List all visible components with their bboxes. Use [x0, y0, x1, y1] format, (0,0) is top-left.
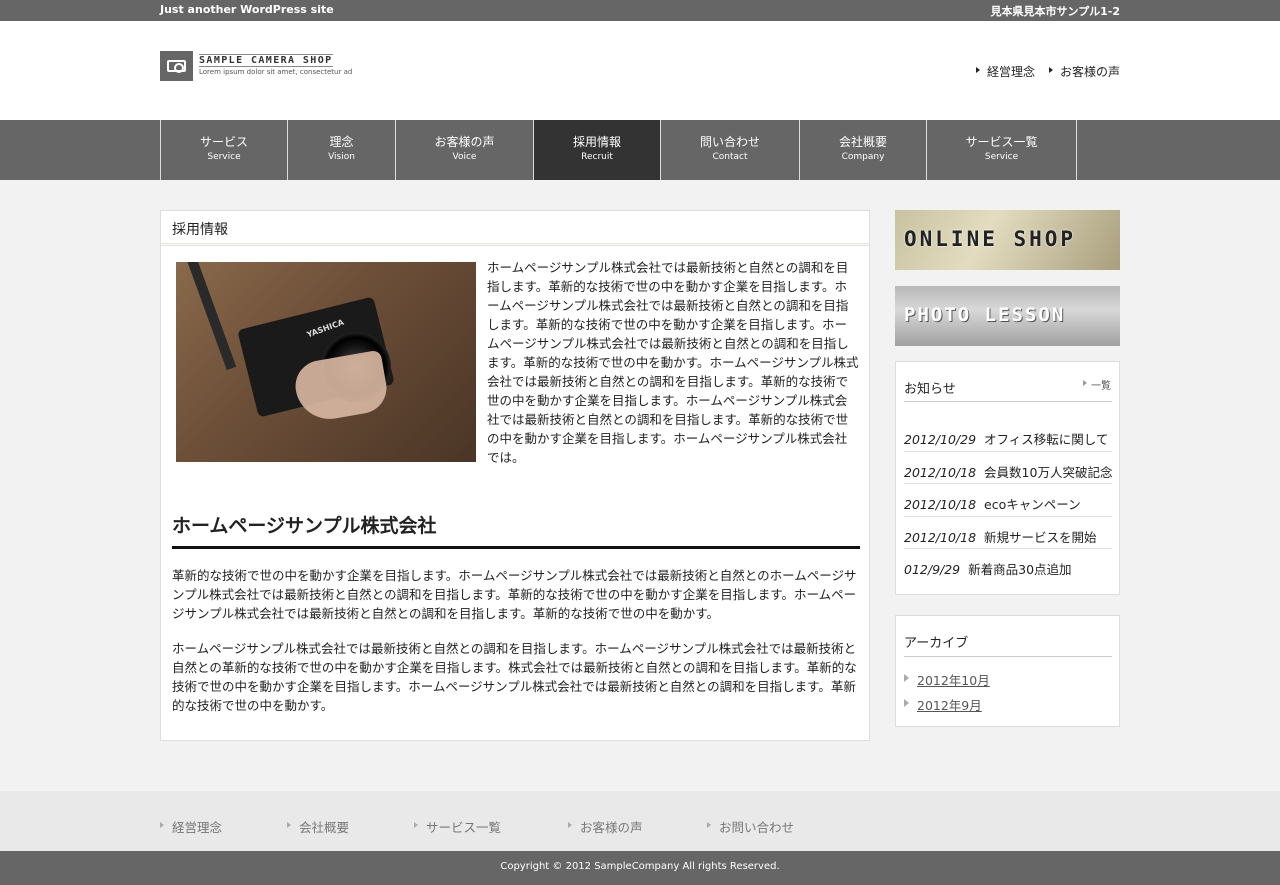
nav-label-en: Contact [712, 152, 748, 162]
nav-label-jp: サービス [199, 135, 248, 149]
nav-label-en: Recruit [581, 152, 613, 162]
banner-label: ONLINE SHOP [904, 227, 1077, 251]
nav-label-jp: 理念 [329, 135, 354, 149]
archive-title: アーカイブ [904, 636, 969, 651]
copyright-bar: Copyright © 2012 SampleCompany All right… [0, 851, 1280, 885]
nav-label-en: Service [207, 152, 241, 162]
site-logo[interactable]: SAMPLE CAMERA SHOP Lorem ipsum dolor sit… [160, 51, 360, 81]
nav-label-en: Vision [328, 152, 355, 162]
intro-text: ホームページサンプル株式会社では最新技術と自然との調和を目指します。革新的な技術… [487, 260, 859, 465]
header-link-philosophy[interactable]: 経営理念 [975, 63, 1035, 80]
nav-label-jp: 会社概要 [838, 135, 887, 149]
copyright-text: Copyright © 2012 SampleCompany All right… [500, 861, 780, 872]
news-date: 2012/10/18 [904, 464, 977, 480]
news-item[interactable]: 012/9/29 新着商品30点追加 [904, 549, 1112, 582]
news-item-title: 新着商品30点追加 [968, 562, 1072, 577]
nav-item-voice[interactable]: お客様の声 Voice [396, 120, 534, 180]
logo-title: SAMPLE CAMERA SHOP [199, 54, 333, 67]
nav-label-jp: サービス一覧 [965, 135, 1038, 149]
camera-icon [160, 51, 193, 81]
site-address: 見本県見本市サンプル1-2 [990, 5, 1120, 18]
news-item-title: オフィス移転に関して [984, 432, 1109, 447]
footer-link-philosophy[interactable]: 経営理念 [160, 817, 222, 836]
header-links: 経営理念 お客様の声 [975, 63, 1120, 80]
archive-link-2012-10[interactable]: 2012年10月 [904, 670, 990, 695]
divider [904, 656, 1112, 657]
top-bar: Just another WordPress site 見本県見本市サンプル1-… [0, 0, 1280, 21]
nav-label-en: Company [841, 152, 885, 162]
news-item[interactable]: 2012/10/18 ecoキャンペーン [904, 484, 1112, 517]
news-title: お知らせ [904, 382, 956, 397]
logo-subtitle: Lorem ipsum dolor sit amet, consectetur … [199, 68, 353, 76]
site-tagline: Just another WordPress site [160, 3, 334, 16]
nav-label-jp: お客様の声 [434, 135, 495, 149]
nav-item-contact[interactable]: 問い合わせ Contact [661, 120, 800, 180]
nav-label-en: Voice [452, 152, 477, 162]
site-header: SAMPLE CAMERA SHOP Lorem ipsum dolor sit… [0, 21, 1280, 120]
archive-widget: アーカイブ 2012年10月 2012年9月 [895, 615, 1120, 727]
nav-item-company[interactable]: 会社概要 Company [800, 120, 927, 180]
news-item[interactable]: 2012/10/18 新規サービスを開始 [904, 517, 1112, 549]
news-more-link[interactable]: 一覧 [1083, 377, 1111, 392]
footer-link-voice[interactable]: お客様の声 [568, 817, 643, 836]
news-date: 012/9/29 [904, 562, 961, 577]
footer-links: 経営理念 会社概要 サービス一覧 お客様の声 お問い合わせ [0, 791, 1280, 851]
online-shop-banner[interactable]: ONLINE SHOP [895, 210, 1120, 270]
section-heading: ホームページサンプル株式会社 [172, 511, 860, 549]
body-paragraph-1: 革新的な技術で世の中を動かす企業を目指します。ホームページサンプル株式会社では最… [172, 568, 857, 621]
news-item-title: ecoキャンペーン [984, 497, 1081, 512]
archive-link-2012-09[interactable]: 2012年9月 [904, 695, 990, 720]
footer-link-service-list[interactable]: サービス一覧 [414, 817, 501, 836]
camera-photo: YASHICA [176, 262, 476, 462]
nav-item-service[interactable]: サービス Service [161, 120, 288, 180]
news-item[interactable]: 2012/10/18 会員数10万人突破記念 [904, 452, 1112, 484]
nav-item-service-list[interactable]: サービス一覧 Service [927, 120, 1077, 180]
global-nav: サービス Service 理念 Vision お客様の声 Voice 採用情報 … [0, 120, 1280, 180]
nav-item-vision[interactable]: 理念 Vision [288, 120, 396, 180]
news-item-title: 新規サービスを開始 [984, 529, 1097, 545]
news-date: 2012/10/18 [904, 529, 977, 545]
nav-label-en: Service [984, 152, 1019, 162]
news-date: 2012/10/18 [904, 497, 977, 512]
news-item-title: 会員数10万人突破記念 [984, 464, 1112, 480]
nav-label-jp: 採用情報 [572, 135, 621, 149]
page-title: 採用情報 [161, 211, 869, 246]
banner-label: PHOTO LESSON [904, 304, 1066, 326]
footer-link-company[interactable]: 会社概要 [287, 817, 349, 836]
news-item[interactable]: 2012/10/29 オフィス移転に関して [904, 419, 1112, 452]
news-widget: お知らせ 一覧 2012/10/29 オフィス移転に関して 2012/10/18 会… [895, 361, 1120, 595]
body-paragraph-2: ホームページサンプル株式会社では最新技術と自然との調和を目指します。ホームページ… [172, 641, 857, 713]
news-list: 2012/10/29 オフィス移転に関して 2012/10/18 会員数10万人突破… [904, 419, 1112, 582]
footer-link-contact[interactable]: お問い合わせ [707, 817, 794, 836]
news-date: 2012/10/29 [904, 432, 977, 447]
header-link-voice[interactable]: お客様の声 [1048, 63, 1120, 80]
archive-list: 2012年10月 2012年9月 [904, 670, 990, 720]
photo-lesson-banner[interactable]: PHOTO LESSON [895, 286, 1120, 346]
divider [904, 401, 1112, 402]
nav-label-jp: 問い合わせ [699, 135, 760, 149]
main-content: 採用情報 YASHICA ホームページサンプル株式会社では最新技術と自然との調和… [160, 210, 870, 741]
nav-item-recruit[interactable]: 採用情報 Recruit [534, 120, 661, 180]
